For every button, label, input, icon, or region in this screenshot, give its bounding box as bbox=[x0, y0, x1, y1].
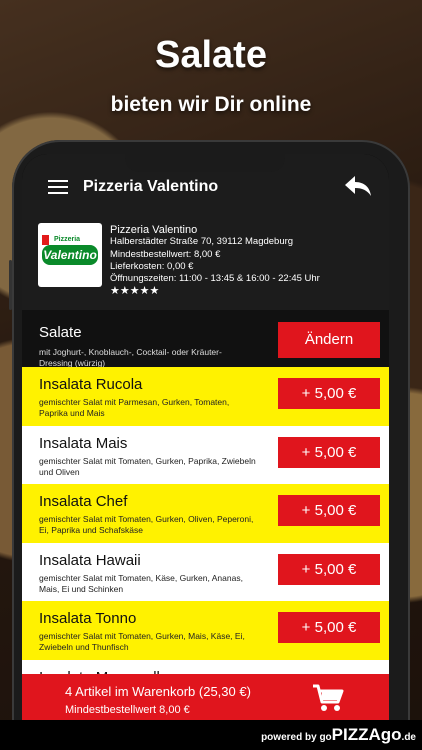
logo-small-text: Pizzeria bbox=[54, 236, 81, 243]
toolbar-title: Pizzeria Valentino bbox=[83, 178, 219, 195]
item-name: Insalata Hawaii bbox=[39, 551, 141, 569]
menu-icon[interactable] bbox=[48, 180, 68, 194]
promo-subline: bieten wir Dir online bbox=[110, 93, 312, 116]
powered-by-text: powered by bbox=[261, 732, 317, 743]
list-item[interactable]: Insalata Rucola gemischter Salat mit Par… bbox=[22, 367, 389, 426]
item-name: Insalata Chef bbox=[39, 493, 128, 510]
add-item-button[interactable]: + 5,00 € bbox=[278, 612, 380, 643]
app-screen: Pizzeria Valentino Pizzeria Valentino Pi… bbox=[22, 154, 389, 720]
list-item[interactable]: Insalata Tonno gemischter Salat mit Toma… bbox=[22, 601, 389, 660]
item-description: gemischter Salat mit Tomaten, Gurken, Ol… bbox=[39, 514, 254, 535]
logo-text: Valentino bbox=[42, 245, 98, 265]
shop-logo: Pizzeria Valentino bbox=[38, 223, 102, 287]
item-description: gemischter Salat mit Tomaten, Gurken, Ma… bbox=[39, 631, 245, 652]
menu-list: Salate mit Joghurt-, Knoblauch-, Cocktai… bbox=[22, 310, 389, 718]
shop-address: Halberstädter Straße 70, 39112 Magdeburg bbox=[110, 236, 294, 248]
shop-min-order: Mindestbestellwert: 8,00 € bbox=[110, 248, 221, 260]
category-description: mit Joghurt-, Knoblauch-, Cocktail- oder… bbox=[39, 347, 222, 368]
add-item-button[interactable]: + 5,00 € bbox=[278, 495, 380, 526]
promo-headline: Salate bbox=[155, 34, 267, 76]
cart-summary: 4 Artikel im Warenkorb (25,30 €) bbox=[65, 684, 251, 699]
shop-info-panel: Pizzeria Valentino Pizzeria Valentino Ha… bbox=[22, 217, 389, 310]
add-item-button[interactable]: + 5,00 € bbox=[278, 436, 380, 468]
rating-stars: ★★★★★ bbox=[110, 285, 160, 298]
list-item[interactable]: Insalata Chef gemischter Salat mit Tomat… bbox=[22, 484, 389, 543]
shop-name: Pizzeria Valentino bbox=[110, 224, 198, 236]
item-name: Insalata Tonno bbox=[39, 610, 137, 627]
item-description: gemischter Salat mit Tomaten, Käse, Gurk… bbox=[39, 572, 243, 594]
list-item[interactable]: Insalata Mais gemischter Salat mit Tomat… bbox=[22, 425, 389, 484]
brand-go2-text: go bbox=[380, 725, 402, 744]
powered-by-footer: powered by goPIZZAgo.de bbox=[0, 720, 422, 750]
phone-notch bbox=[125, 154, 285, 172]
cart-bar[interactable]: 4 Artikel im Warenkorb (25,30 €) Mindest… bbox=[22, 674, 389, 720]
brand-tld-text: .de bbox=[401, 732, 416, 743]
brand-go-text: go bbox=[319, 732, 332, 743]
shop-hours: Öffnungszeiten: 11:00 - 13:45 & 16:00 - … bbox=[110, 273, 320, 285]
shop-delivery-cost: Lieferkosten: 0,00 € bbox=[110, 260, 194, 272]
item-description: gemischter Salat mit Tomaten, Gurken, Pa… bbox=[39, 455, 256, 477]
item-name: Insalata Rucola bbox=[39, 376, 143, 393]
brand-pizza-text: PIZZA bbox=[331, 725, 381, 744]
category-title: Salate bbox=[39, 324, 82, 341]
add-item-button[interactable]: + 5,00 € bbox=[278, 378, 380, 409]
category-header: Salate mit Joghurt-, Knoblauch-, Cocktai… bbox=[22, 310, 389, 368]
change-category-button[interactable]: Ändern bbox=[278, 322, 380, 358]
add-item-button[interactable]: + 5,00 € bbox=[278, 553, 380, 585]
list-item[interactable]: Insalata Hawaii gemischter Salat mit Tom… bbox=[22, 542, 389, 601]
item-description: gemischter Salat mit Parmesan, Gurken, T… bbox=[39, 397, 230, 418]
item-name: Insalata Mais bbox=[39, 434, 128, 452]
back-arrow-icon[interactable] bbox=[344, 175, 372, 197]
cart-min-order: Mindestbestellwert 8,00 € bbox=[65, 704, 190, 716]
shopping-cart-icon[interactable] bbox=[312, 683, 344, 713]
